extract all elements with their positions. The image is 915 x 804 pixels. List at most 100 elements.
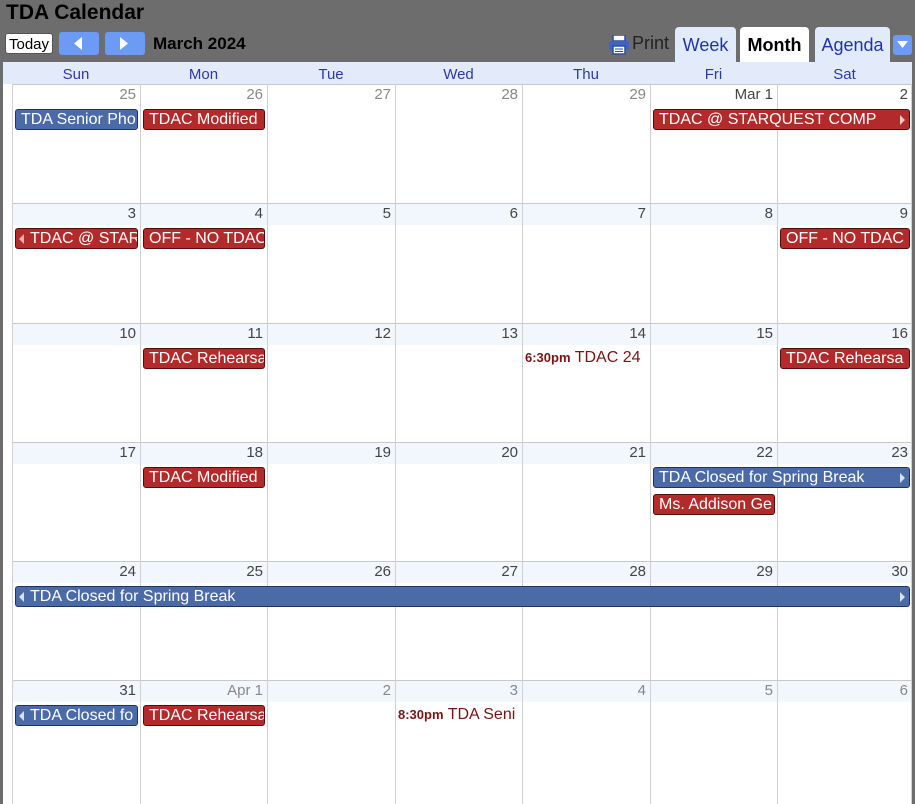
calendar-menu-button[interactable] [893, 35, 912, 55]
column-divider [12, 84, 13, 804]
event-chip[interactable]: OFF - NO TDAC [780, 228, 910, 249]
column-divider [395, 84, 396, 804]
day-number[interactable]: 12 [271, 325, 391, 342]
event-chip[interactable]: TDAC Rehearsa [143, 348, 265, 369]
weekday-mon: Mon [188, 66, 219, 83]
continues-right-icon [900, 115, 905, 125]
day-number[interactable]: 13 [398, 325, 518, 342]
day-number[interactable]: 3 [398, 682, 518, 699]
continues-left-icon [19, 234, 24, 244]
today-button[interactable]: Today [5, 33, 53, 54]
timed-event[interactable]: 8:30pm TDA Seni [398, 705, 520, 725]
event-chip[interactable]: TDAC Rehearsa [143, 705, 265, 726]
event-title: TDAC Rehearsa [786, 350, 904, 367]
day-number[interactable]: 25 [143, 563, 263, 580]
period-label: March 2024 [153, 34, 246, 53]
day-number[interactable]: 11 [143, 325, 263, 342]
day-number[interactable]: 3 [16, 205, 136, 222]
day-number[interactable]: 31 [16, 682, 136, 699]
day-number[interactable]: 29 [526, 86, 646, 103]
continues-left-icon [19, 711, 24, 721]
day-number[interactable]: 20 [398, 444, 518, 461]
event-title: TDAC Rehearsa [149, 350, 265, 367]
continues-right-icon [900, 473, 905, 483]
caret-down-icon [897, 41, 908, 48]
event-chip[interactable]: OFF - NO TDAC [143, 228, 265, 249]
day-number[interactable]: 5 [271, 205, 391, 222]
weekday-thu: Thu [573, 66, 599, 83]
day-number[interactable]: 16 [788, 325, 908, 342]
printer-icon [609, 35, 629, 55]
weekday-fri: Fri [704, 66, 723, 83]
event-chip[interactable]: TDA Senior Pho [15, 109, 138, 130]
event-chip[interactable]: TDA Closed for Spring Break [653, 467, 910, 488]
day-number[interactable]: 4 [526, 682, 646, 699]
day-number[interactable]: 8 [653, 205, 773, 222]
day-number[interactable]: 2 [271, 682, 391, 699]
print-label: Print [632, 33, 670, 53]
column-divider [140, 84, 141, 804]
next-button[interactable] [105, 32, 145, 55]
day-number[interactable]: Apr 1 [143, 682, 263, 699]
day-number[interactable]: 5 [653, 682, 773, 699]
tab-agenda[interactable]: Agenda [815, 27, 890, 62]
day-number[interactable]: 23 [788, 444, 908, 461]
day-number[interactable]: 14 [526, 325, 646, 342]
event-chip[interactable]: TDA Closed fo [15, 705, 138, 726]
event-title: OFF - NO TDAC [149, 230, 265, 247]
day-number[interactable]: 27 [271, 86, 391, 103]
day-number[interactable]: Mar 1 [653, 86, 773, 103]
event-chip[interactable]: Ms. Addison Ge [653, 494, 775, 515]
previous-button[interactable] [59, 32, 99, 55]
day-number[interactable]: 10 [16, 325, 136, 342]
weekday-header: Sun Mon Tue Wed Thu Fri Sat [3, 62, 912, 84]
day-number[interactable]: 29 [653, 563, 773, 580]
continues-left-icon [19, 592, 24, 602]
day-number[interactable]: 18 [143, 444, 263, 461]
event-chip[interactable]: TDAC Modified [143, 109, 265, 130]
day-number[interactable]: 28 [398, 86, 518, 103]
day-number[interactable]: 17 [16, 444, 136, 461]
day-number[interactable]: 15 [653, 325, 773, 342]
event-title: TDAC Modified [149, 469, 258, 486]
day-number[interactable]: 21 [526, 444, 646, 461]
day-number[interactable]: 6 [788, 682, 908, 699]
column-divider [267, 84, 268, 804]
event-chip[interactable]: TDAC @ STAR [15, 228, 138, 249]
timed-event[interactable]: 6:30pm TDAC 24 [525, 348, 648, 368]
weekday-tue: Tue [318, 66, 344, 83]
day-number[interactable]: 19 [271, 444, 391, 461]
day-number[interactable]: 6 [398, 205, 518, 222]
day-number[interactable]: 9 [788, 205, 908, 222]
column-divider [777, 84, 778, 804]
app-title: TDA Calendar [6, 1, 145, 24]
weekday-sat: Sat [833, 66, 856, 83]
event-title: TDAC Modified [149, 111, 258, 128]
event-chip[interactable]: TDAC @ STARQUEST COMP [653, 109, 910, 130]
day-number[interactable]: 22 [653, 444, 773, 461]
day-number[interactable]: 2 [788, 86, 908, 103]
day-number[interactable]: 26 [143, 86, 263, 103]
day-number[interactable]: 7 [526, 205, 646, 222]
day-number[interactable]: 26 [271, 563, 391, 580]
day-number[interactable]: 25 [16, 86, 136, 103]
event-title: TDA Senior Pho [21, 111, 136, 128]
day-number[interactable]: 30 [788, 563, 908, 580]
calendar-header: TDA Calendar Today March 2024 Print Week… [0, 0, 915, 62]
event-title: TDA Closed for Spring Break [659, 469, 865, 486]
day-number[interactable]: 27 [398, 563, 518, 580]
event-chip[interactable]: TDAC Rehearsa [780, 348, 910, 369]
event-title: TDAC Rehearsa [149, 707, 265, 724]
day-number[interactable]: 4 [143, 205, 263, 222]
month-grid: Sun Mon Tue Wed Thu Fri Sat 25 26 27 28 29 Mar 1234… [3, 62, 912, 804]
event-chip[interactable]: TDAC Modified [143, 467, 265, 488]
tab-week[interactable]: Week [675, 27, 736, 62]
day-number[interactable]: 28 [526, 563, 646, 580]
tab-month[interactable]: Month [740, 27, 809, 62]
day-number[interactable]: 24 [16, 563, 136, 580]
event-title: TDA Closed for Spring Break [30, 588, 236, 605]
event-chip[interactable]: TDA Closed for Spring Break [15, 586, 910, 607]
event-title: TDAC @ STAR [30, 230, 138, 247]
chevron-left-icon [74, 37, 82, 50]
event-title: TDA Closed fo [30, 707, 134, 724]
